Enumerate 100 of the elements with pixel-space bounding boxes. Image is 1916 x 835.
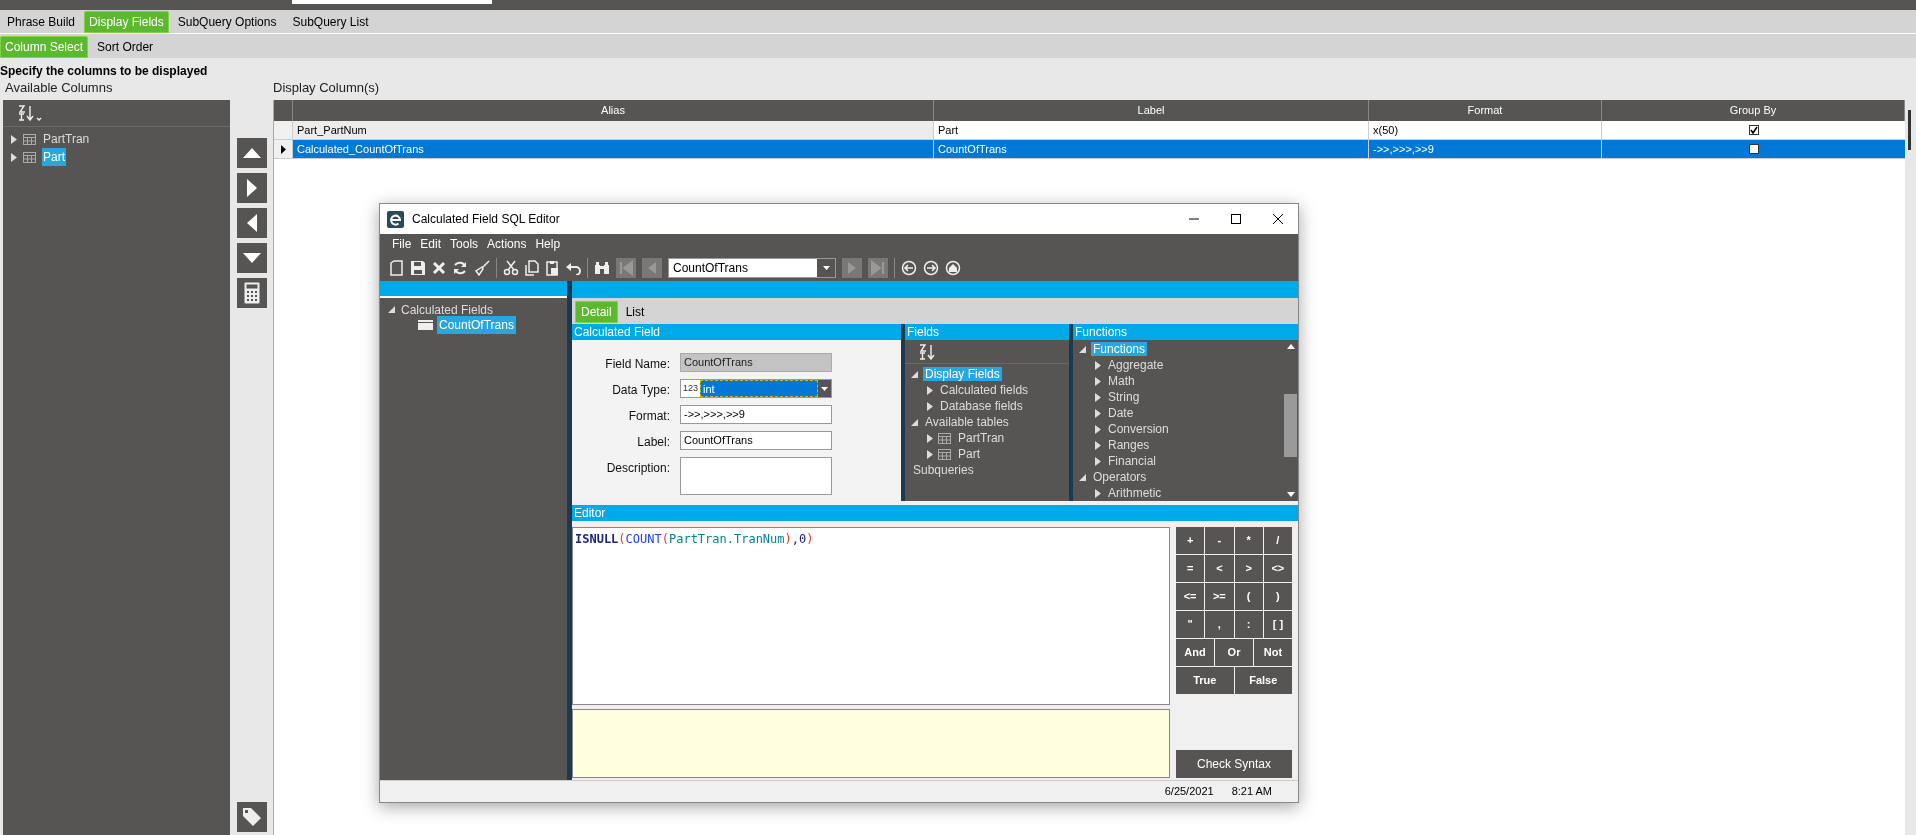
tree-item[interactable]: Calculated fields	[938, 383, 1031, 397]
search-field[interactable]	[292, 0, 492, 4]
back-icon[interactable]	[901, 259, 917, 276]
operator-button[interactable]: :	[1234, 611, 1263, 638]
tree-item[interactable]: Operators	[1091, 470, 1149, 484]
binoculars-icon[interactable]	[594, 260, 610, 275]
tree-item[interactable]: PartTran	[42, 130, 91, 148]
operator-button[interactable]: [ ]	[1263, 611, 1292, 638]
operator-button[interactable]: +	[1176, 527, 1205, 554]
undo-icon[interactable]	[565, 260, 581, 275]
expand-arrow-icon[interactable]	[927, 401, 933, 411]
expand-arrow-icon[interactable]	[1095, 488, 1101, 498]
tree-item[interactable]: PartTran	[956, 431, 1007, 445]
record-dropdown[interactable]: CountOfTrans	[668, 257, 836, 278]
collapse-arrow-icon[interactable]	[388, 306, 395, 313]
table-row[interactable]: Calculated_CountOfTrans CountOfTrans ->>,>>>,>>9	[274, 140, 1905, 159]
tab[interactable]: SubQuery Options	[170, 11, 284, 33]
tab[interactable]: Sort Order	[90, 36, 161, 58]
previous-record-icon[interactable]	[642, 257, 662, 278]
cut-icon[interactable]	[503, 259, 519, 276]
tag-button[interactable]	[236, 802, 267, 832]
tree-item[interactable]: Part	[956, 447, 982, 461]
operator-button[interactable]: )	[1263, 583, 1292, 610]
tree-item[interactable]: Ranges	[1106, 438, 1152, 452]
move-down-button[interactable]	[236, 243, 267, 273]
operator-button[interactable]: False	[1234, 667, 1292, 694]
expand-arrow-icon[interactable]	[1095, 456, 1101, 466]
delete-icon[interactable]	[432, 260, 446, 275]
last-record-icon[interactable]	[868, 257, 888, 278]
collapse-arrow-icon[interactable]	[911, 370, 918, 378]
new-document-icon[interactable]	[390, 259, 404, 276]
operator-button[interactable]: *	[1234, 527, 1263, 554]
operator-button[interactable]: Or	[1215, 639, 1253, 666]
table-row[interactable]: Part_PartNum Part x(50)	[274, 121, 1905, 140]
maximize-icon[interactable]	[1230, 213, 1242, 225]
operator-button[interactable]: (	[1234, 583, 1263, 610]
save-icon[interactable]	[410, 259, 426, 276]
checkbox[interactable]	[1748, 144, 1759, 154]
tree-item[interactable]: Financial	[1106, 454, 1159, 468]
operator-button[interactable]: ,	[1205, 611, 1234, 638]
text-area[interactable]	[680, 457, 832, 495]
row-header[interactable]	[274, 140, 293, 158]
menu-item[interactable]: Help	[535, 235, 561, 253]
copy-icon[interactable]	[525, 259, 539, 276]
input-field[interactable]: CountOfTrans	[680, 431, 832, 450]
expand-arrow-icon[interactable]	[927, 385, 933, 395]
tree-item[interactable]: Date	[1106, 406, 1136, 420]
tree-item[interactable]: Database fields	[938, 399, 1025, 413]
type-dropdown[interactable]: 123 int	[680, 379, 832, 398]
input-field[interactable]: CountOfTrans	[680, 353, 832, 372]
tree-item[interactable]: Arithmetic	[1106, 486, 1164, 500]
expand-arrow-icon[interactable]	[1095, 408, 1101, 418]
move-up-button[interactable]	[236, 138, 267, 168]
tab[interactable]: List	[621, 301, 649, 323]
expand-arrow-icon[interactable]	[1095, 424, 1101, 434]
operator-button[interactable]: /	[1263, 527, 1292, 554]
operator-button[interactable]: Not	[1254, 639, 1292, 666]
tab[interactable]: SubQuery List	[285, 11, 376, 33]
collapse-arrow-icon[interactable]	[1079, 345, 1086, 353]
expand-arrow-icon[interactable]	[1095, 376, 1101, 386]
operator-button[interactable]: <	[1205, 555, 1234, 582]
scrollbar-thumb[interactable]	[1284, 394, 1297, 457]
expand-arrow-icon[interactable]	[927, 449, 933, 459]
collapse-arrow-icon[interactable]	[1079, 473, 1086, 481]
menu-item[interactable]: Actions	[487, 235, 527, 253]
operator-button[interactable]: And	[1176, 639, 1214, 666]
next-record-icon[interactable]	[842, 257, 862, 278]
operator-button[interactable]: =	[1176, 555, 1205, 582]
menu-item[interactable]: Tools	[450, 235, 479, 253]
paste-icon[interactable]	[545, 259, 559, 276]
input-field[interactable]: ->>,>>>,>>9	[680, 405, 832, 424]
first-record-icon[interactable]	[616, 257, 636, 278]
remove-button[interactable]	[236, 208, 267, 238]
operator-button[interactable]: <=	[1176, 583, 1205, 610]
expression-editor[interactable]: ISNULL(COUNT(PartTran.TranNum),0)	[572, 527, 1170, 705]
sort-icon[interactable]	[919, 343, 937, 360]
operator-button[interactable]: >=	[1205, 583, 1234, 610]
tree-item[interactable]: Conversion	[1106, 422, 1171, 436]
close-icon[interactable]	[1272, 213, 1284, 225]
tree-item[interactable]: Aggregate	[1106, 358, 1166, 372]
operator-button[interactable]: <>	[1263, 555, 1292, 582]
menu-item[interactable]: File	[392, 235, 412, 253]
tab[interactable]: Phrase Build	[0, 11, 83, 33]
broom-icon[interactable]	[474, 259, 490, 276]
checkbox[interactable]	[1748, 125, 1759, 135]
operator-button[interactable]: >	[1234, 555, 1263, 582]
refresh-icon[interactable]	[452, 259, 468, 276]
expand-arrow-icon[interactable]	[1095, 360, 1101, 370]
tree-item[interactable]: Available tables	[923, 415, 1011, 429]
check-syntax-button[interactable]: Check Syntax	[1176, 750, 1292, 778]
scroll-down-icon[interactable]	[1286, 492, 1295, 497]
collapse-arrow-icon[interactable]	[911, 418, 918, 426]
sort-icon[interactable]	[17, 104, 43, 122]
operator-button[interactable]: True	[1176, 667, 1234, 694]
calculator-button[interactable]	[236, 278, 267, 308]
tree-item[interactable]: Subqueries	[911, 463, 976, 477]
expand-arrow-icon[interactable]	[1095, 440, 1101, 450]
menu-item[interactable]: Edit	[420, 235, 442, 253]
tree-item[interactable]: Math	[1106, 374, 1137, 388]
add-button[interactable]	[236, 173, 267, 203]
